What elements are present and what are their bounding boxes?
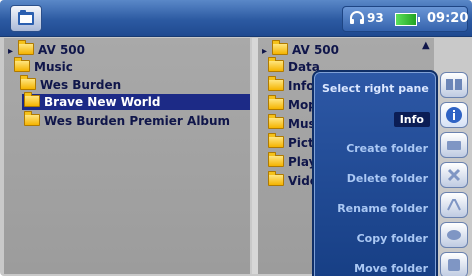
folder-icon [268, 171, 284, 186]
move-icon[interactable] [440, 252, 468, 276]
menu-item-copy-folder[interactable]: Copy folder [357, 232, 428, 245]
menu-item-create-folder[interactable]: Create folder [346, 142, 428, 155]
pane-switch-icon[interactable] [440, 72, 468, 98]
info-icon[interactable] [440, 102, 468, 128]
folder-icon [268, 95, 284, 110]
menu-item-rename-folder[interactable]: Rename folder [337, 202, 428, 215]
tree-item-artist[interactable]: Wes Burden [20, 75, 122, 93]
status-panel: 93 09:20 [342, 6, 468, 32]
folder-icon [24, 111, 40, 126]
folder-icon [20, 75, 36, 90]
folder-icon [14, 57, 30, 72]
tree-item-label: Wes Burden Premier Album [44, 114, 231, 128]
menu-item-info[interactable]: Info [393, 112, 430, 127]
folder-icon [24, 92, 40, 107]
folder-icon [268, 152, 284, 167]
tree-item-selected[interactable]: Brave New World [22, 92, 250, 110]
battery-icon [395, 13, 420, 26]
delete-icon[interactable] [440, 162, 468, 188]
folder-icon [268, 133, 284, 148]
folder-icon [268, 76, 284, 91]
app-folder-icon[interactable] [10, 5, 42, 32]
folder-icon [18, 40, 34, 55]
copy-icon[interactable] [440, 222, 468, 248]
volume-level: 93 [367, 11, 384, 25]
tree-item-album[interactable]: Wes Burden Premier Album [24, 111, 231, 129]
tree-item-label: AV 500 [292, 43, 339, 57]
menu-title[interactable]: Select right pane [322, 82, 429, 95]
clock: 09:20 [427, 11, 469, 26]
right-list-item[interactable]: Info [268, 76, 315, 94]
menu-item-delete-folder[interactable]: Delete folder [347, 172, 428, 185]
headphones-icon [349, 11, 365, 29]
menu-item-move-folder[interactable]: Move folder [354, 262, 428, 275]
tree-item-root[interactable]: ▸ AV 500 [8, 40, 85, 58]
folder-icon [268, 57, 284, 72]
tree-item-label: Wes Burden [40, 78, 122, 92]
right-list-item[interactable]: Data [268, 57, 320, 75]
tree-item-label: Music [34, 60, 73, 74]
device-screen: 93 09:20 ▸ AV 500 Music Wes Burden Brave … [0, 0, 472, 276]
list-item-label: Info [288, 79, 315, 93]
tree-item-music[interactable]: Music [14, 57, 73, 75]
top-bar: 93 09:20 [0, 0, 472, 37]
tree-item-label: Brave New World [44, 95, 161, 109]
create-folder-icon[interactable] [440, 132, 468, 158]
right-root-item[interactable]: ▸ AV 500 [262, 40, 339, 58]
scroll-up-icon[interactable]: ▲ [422, 40, 432, 52]
folder-icon [268, 114, 284, 129]
context-menu: Select right pane Info Create folder Del… [312, 70, 438, 276]
tree-item-label: AV 500 [38, 43, 85, 57]
folder-icon [272, 40, 288, 55]
rename-icon[interactable] [440, 192, 468, 218]
